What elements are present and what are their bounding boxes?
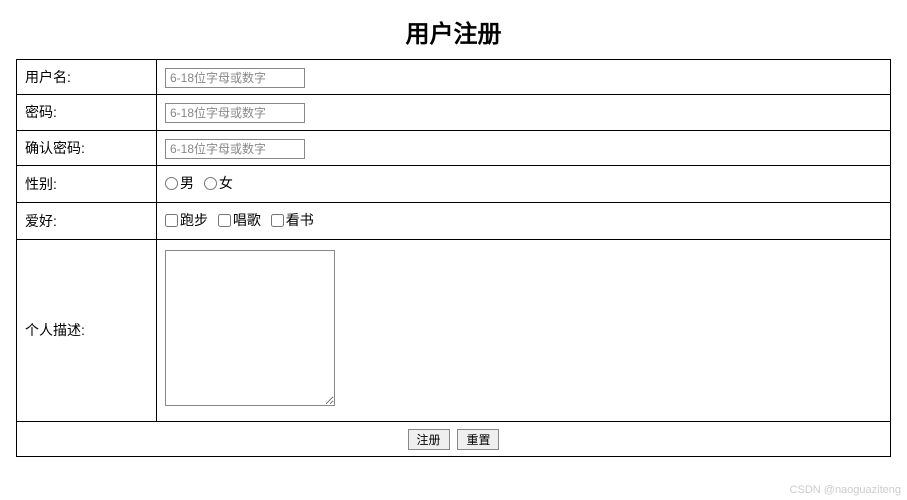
- gender-label-male: 男: [180, 172, 194, 194]
- gender-radio-female[interactable]: [204, 177, 217, 190]
- row-gender: 性别: 男 女: [17, 166, 891, 203]
- label-hobby: 爱好:: [17, 203, 157, 240]
- hobby-checkbox-singing[interactable]: [218, 214, 231, 227]
- description-textarea[interactable]: [165, 250, 335, 406]
- cell-confirm-password-input: [157, 130, 891, 165]
- label-confirm-password: 确认密码:: [17, 130, 157, 165]
- label-password: 密码:: [17, 95, 157, 130]
- hobby-label-reading: 看书: [286, 209, 314, 231]
- hobby-option-running[interactable]: 跑步: [165, 209, 208, 231]
- confirm-password-input[interactable]: [165, 139, 305, 159]
- username-input[interactable]: [165, 68, 305, 88]
- cell-hobby-options: 跑步 唱歌 看书: [157, 203, 891, 240]
- gender-option-female[interactable]: 女: [204, 172, 233, 194]
- hobby-label-running: 跑步: [180, 209, 208, 231]
- gender-label-female: 女: [219, 172, 233, 194]
- label-gender: 性别:: [17, 166, 157, 203]
- row-description: 个人描述:: [17, 240, 891, 421]
- row-password: 密码:: [17, 95, 891, 130]
- reset-button[interactable]: 重置: [457, 429, 499, 450]
- row-username: 用户名:: [17, 60, 891, 95]
- gender-option-male[interactable]: 男: [165, 172, 194, 194]
- password-input[interactable]: [165, 103, 305, 123]
- label-description: 个人描述:: [17, 240, 157, 421]
- cell-buttons: 注册 重置: [17, 421, 891, 456]
- hobby-checkbox-reading[interactable]: [271, 214, 284, 227]
- row-confirm-password: 确认密码:: [17, 130, 891, 165]
- row-buttons: 注册 重置: [17, 421, 891, 456]
- gender-radio-male[interactable]: [165, 177, 178, 190]
- cell-gender-options: 男 女: [157, 166, 891, 203]
- hobby-label-singing: 唱歌: [233, 209, 261, 231]
- hobby-option-singing[interactable]: 唱歌: [218, 209, 261, 231]
- row-hobby: 爱好: 跑步 唱歌 看书: [17, 203, 891, 240]
- cell-password-input: [157, 95, 891, 130]
- hobby-option-reading[interactable]: 看书: [271, 209, 314, 231]
- cell-description-input: [157, 240, 891, 421]
- registration-form-container: 用户注册 用户名: 密码: 确认密码: 性别: 男: [0, 0, 907, 457]
- form-table: 用户名: 密码: 确认密码: 性别: 男: [16, 59, 891, 457]
- cell-username-input: [157, 60, 891, 95]
- hobby-checkbox-running[interactable]: [165, 214, 178, 227]
- watermark-text: CSDN @naoguaziteng: [790, 484, 901, 496]
- label-username: 用户名:: [17, 60, 157, 95]
- form-title: 用户注册: [0, 0, 907, 59]
- submit-button[interactable]: 注册: [408, 429, 450, 450]
